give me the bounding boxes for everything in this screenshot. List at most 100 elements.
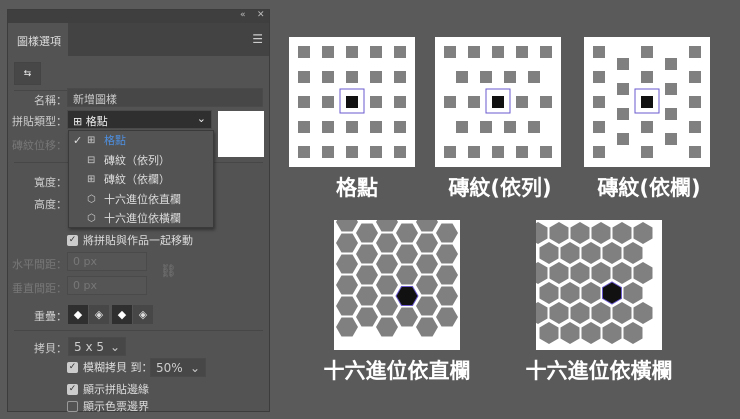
tile-shape [617, 108, 629, 120]
tile-shape [298, 71, 310, 83]
tile-shape [528, 222, 548, 244]
copies-select[interactable]: 5 x 5 ⌄ [68, 337, 126, 356]
tile-shape [370, 121, 382, 133]
tile-shape [528, 262, 548, 284]
top-in-front-button[interactable]: ◆ [112, 305, 132, 324]
name-input[interactable]: 新增圖樣 [67, 88, 263, 107]
tile-type-option[interactable]: ⬡ 十六進位依直欄 [69, 190, 213, 210]
pattern-example-brick-col [584, 37, 710, 167]
show-swatch-bounds-checkbox[interactable]: 顯示色票邊界 [67, 400, 149, 414]
pattern-example-brick-row [435, 37, 561, 167]
tile-shape [370, 146, 382, 158]
tile-shape [436, 286, 458, 306]
tile-type-icon: ⬡ [87, 213, 96, 224]
collapse-icon[interactable]: « [240, 10, 246, 20]
dim-copies-checkbox[interactable]: ✓ 模糊拷貝 到： [67, 361, 153, 375]
v-spacing-input[interactable]: 0 px [67, 276, 147, 295]
panel-menu-icon[interactable]: ☰ [252, 32, 263, 46]
left-in-front-button[interactable]: ◆ [68, 305, 88, 324]
tile-shape [346, 121, 358, 133]
tile-shape [560, 322, 580, 344]
tile-type-option[interactable]: ⬡ 十六進位依橫欄 [69, 209, 213, 229]
link-broken-icon[interactable]: ⛓ [160, 264, 177, 279]
overlap-label: 重疊： [34, 310, 67, 323]
tab-pattern-options[interactable]: 圖樣選項 [8, 23, 68, 56]
move-with-art-checkbox[interactable]: ✓ 將拼貼與作品一起移動 [67, 234, 193, 248]
tile-shape [480, 121, 492, 133]
tile-shape [436, 223, 458, 243]
tile-shape [504, 71, 516, 83]
tile-shape [396, 244, 418, 264]
bottom-in-front-button[interactable]: ◈ [133, 305, 153, 324]
pattern-example-grid [289, 37, 415, 167]
tile-type-icon: ⬡ [87, 193, 96, 205]
close-icon[interactable]: ✕ [257, 10, 265, 20]
tile-shape [581, 242, 601, 264]
tile-shape [570, 302, 590, 324]
tile-shape [593, 46, 605, 58]
tile-type-option-label: 十六進位依橫欄 [104, 212, 181, 225]
tile-shape [376, 317, 398, 337]
tile-shape [346, 46, 358, 58]
tile-shape [612, 262, 632, 284]
tile-shape [641, 71, 653, 83]
tile-shape [370, 96, 382, 108]
tile-shape [516, 46, 528, 58]
tile-shape [416, 317, 438, 337]
show-tile-edge-checkbox[interactable]: ✓ 顯示拼貼邊緣 [67, 383, 149, 397]
tile-shape [593, 146, 605, 158]
tile-shape [456, 71, 468, 83]
tile-shape [623, 282, 643, 304]
tile-type-option[interactable]: ⊟ 磚紋（依列） [69, 151, 213, 171]
h-spacing-input[interactable]: 0 px [67, 252, 147, 271]
tile-shape [416, 233, 438, 253]
tile-type-option[interactable]: ✓ ⊞ 格點 [69, 131, 213, 151]
pattern-example-hex-col [334, 212, 460, 350]
center-tile [602, 281, 622, 305]
tile-shape [593, 71, 605, 83]
tile-shape [394, 96, 406, 108]
tile-type-select[interactable]: ⊞ 格點 ⌄ [67, 110, 212, 129]
tile-type-icon: ⊞ [87, 174, 96, 185]
chevron-down-icon: ⌄ [189, 361, 200, 375]
chevron-down-icon: ⌄ [109, 340, 120, 354]
tile-shape [298, 96, 310, 108]
tile-shape [370, 46, 382, 58]
tile-type-option[interactable]: ⊞ 磚紋（依欄） [69, 170, 213, 190]
center-tile [395, 286, 419, 306]
tile-shape [492, 46, 504, 58]
fit-tile-button[interactable]: ⇆ [14, 62, 41, 85]
tile-shape [416, 296, 438, 316]
tile-shape [492, 146, 504, 158]
tile-shape [591, 222, 611, 244]
tile-shape [436, 307, 458, 327]
tile-shape [322, 121, 334, 133]
tile-shape [298, 121, 310, 133]
tile-shape [633, 262, 653, 284]
tile-shape [504, 121, 516, 133]
tile-shape [376, 212, 398, 232]
tile-shape [617, 83, 629, 95]
tile-shape [356, 265, 378, 285]
dim-copies-select[interactable]: 50% ⌄ [150, 358, 206, 377]
panel-titlebar: « ✕ [8, 10, 269, 23]
tile-shape [336, 317, 358, 337]
center-tile [492, 96, 504, 108]
tile-shape [581, 322, 601, 344]
tile-shape [444, 146, 456, 158]
pattern-options-panel: « ✕ 圖樣選項 ☰ ⇆ 名稱： 新增圖樣 拼貼類型： ⊞ 格點 ⌄ 磚紋位移：… [7, 9, 270, 414]
tile-shape [394, 46, 406, 58]
tile-shape [416, 275, 438, 295]
tile-shape [396, 265, 418, 285]
example-caption: 十六進位依直欄 [323, 359, 471, 383]
tile-shape [549, 222, 569, 244]
tile-shape [665, 83, 677, 95]
width-label: 寬度： [34, 176, 67, 189]
tile-shape [665, 58, 677, 70]
tile-shape [560, 242, 580, 264]
tile-shape [444, 46, 456, 58]
tile-shape [602, 322, 622, 344]
tile-shape [617, 133, 629, 145]
right-in-front-button[interactable]: ◈ [89, 305, 109, 324]
tile-shape [376, 254, 398, 274]
